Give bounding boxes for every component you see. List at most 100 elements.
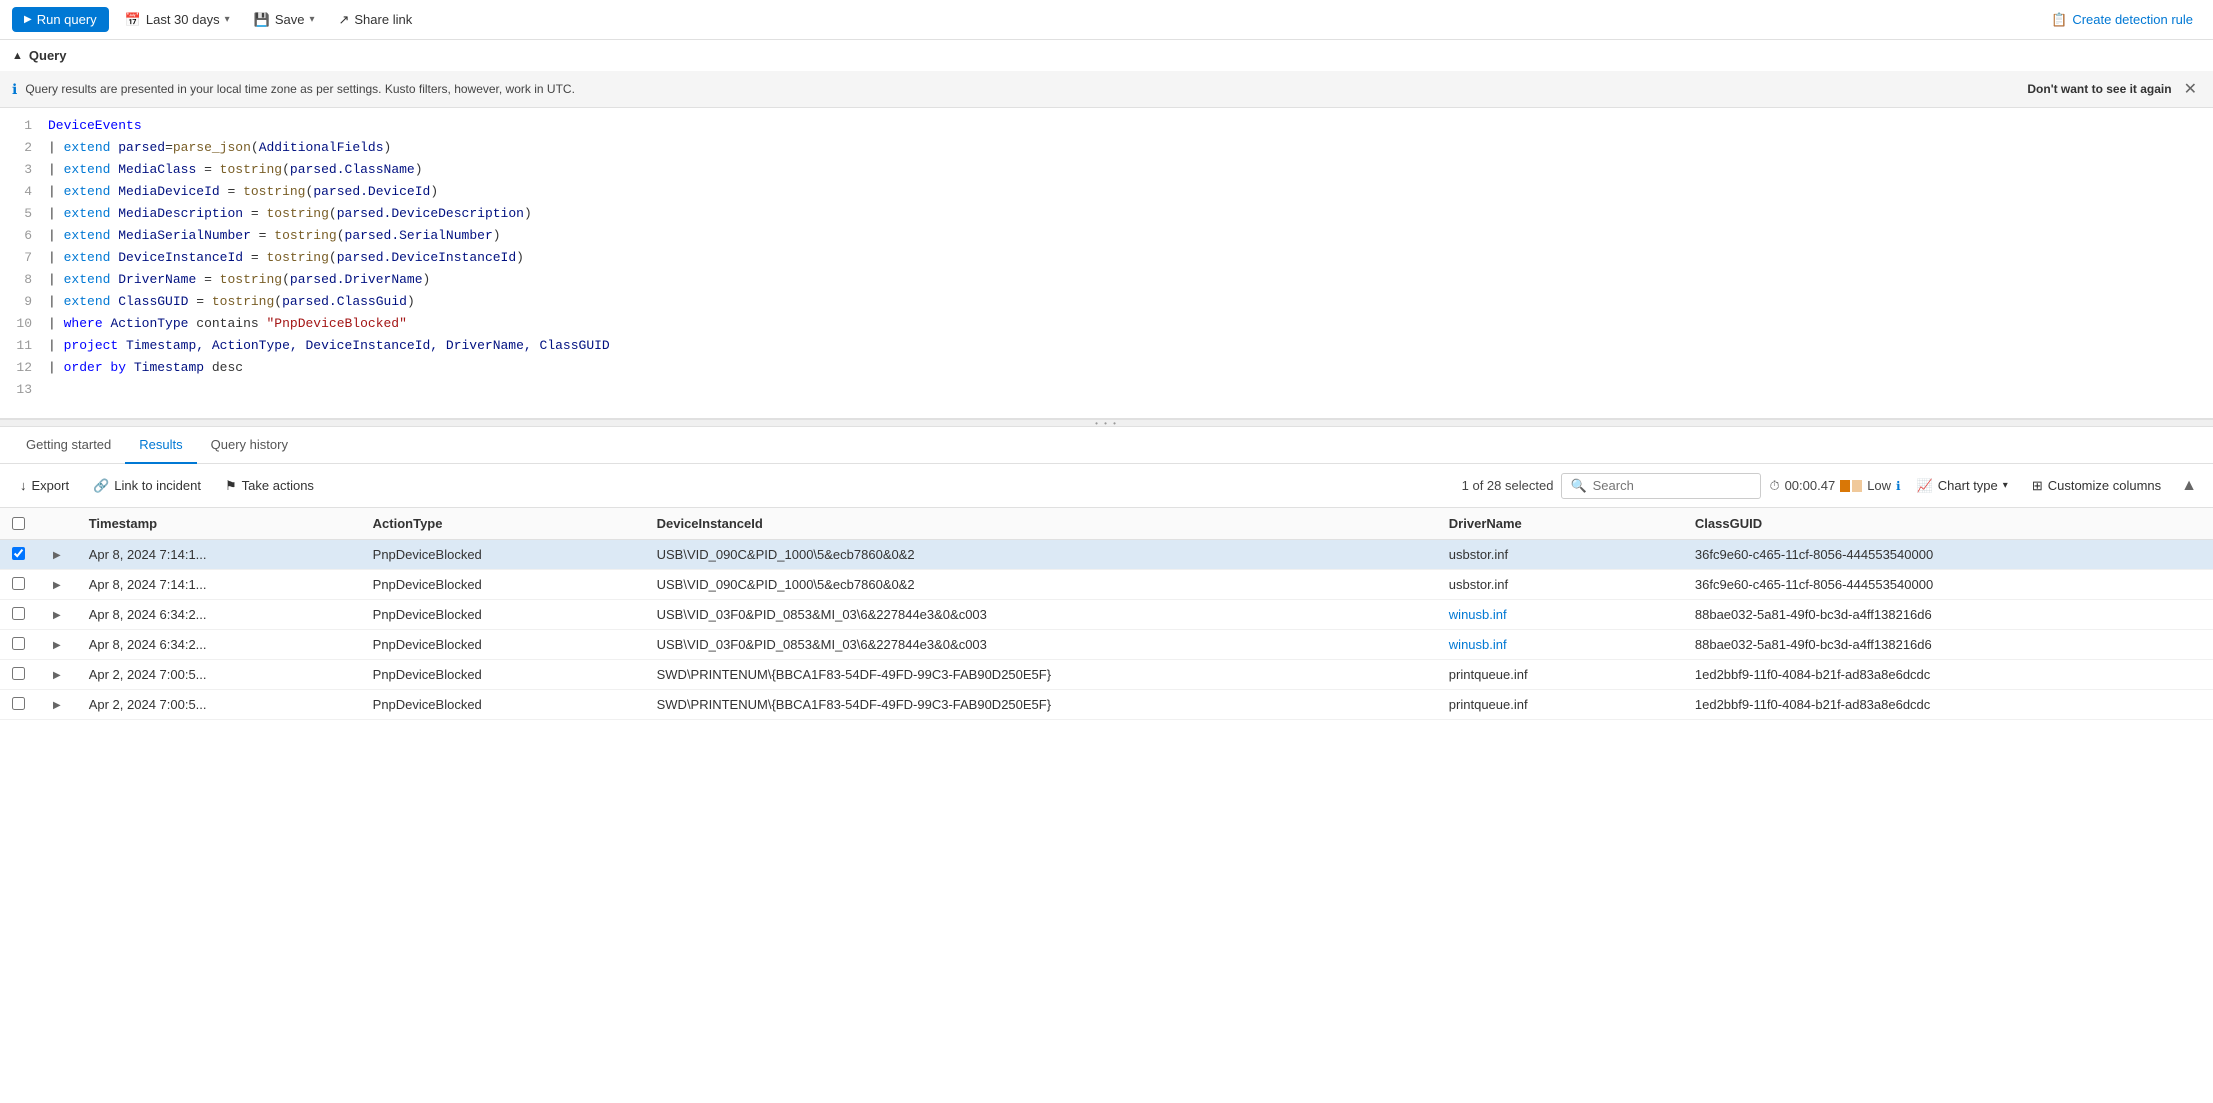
take-actions-button[interactable]: ⚑ Take actions	[217, 474, 322, 498]
link-to-incident-button[interactable]: 🔗 Link to incident	[85, 474, 209, 498]
results-table-wrap[interactable]: Timestamp ActionType DeviceInstanceId Dr…	[0, 508, 2213, 807]
row-expand-cell[interactable]: ▶	[37, 570, 77, 600]
chevron-up-icon: ▲	[12, 50, 23, 62]
row-action-type: PnpDeviceBlocked	[361, 660, 645, 690]
run-query-button[interactable]: ▶ Run query	[12, 7, 109, 32]
row-timestamp: Apr 2, 2024 7:00:5...	[77, 690, 361, 720]
row-expand-cell[interactable]: ▶	[37, 690, 77, 720]
chevron-down-icon: ▾	[225, 14, 230, 25]
bar-2	[1852, 480, 1862, 492]
code-line: 1 DeviceEvents	[0, 116, 2213, 138]
row-timestamp: Apr 2, 2024 7:00:5...	[77, 660, 361, 690]
banner-text: Query results are presented in your loca…	[25, 82, 2019, 96]
top-toolbar: ▶ Run query 📅 Last 30 days ▾ 💾 Save ▾ ↗ …	[0, 0, 2213, 40]
row-driver-name: printqueue.inf	[1437, 660, 1683, 690]
select-all-checkbox[interactable]	[12, 517, 25, 530]
expand-row-button[interactable]: ▶	[49, 638, 65, 653]
customize-columns-button[interactable]: ⊞ Customize columns	[2024, 474, 2169, 498]
row-checkbox[interactable]	[12, 547, 25, 560]
results-tabs: Getting started Results Query history	[0, 427, 2213, 464]
save-icon: 💾	[254, 12, 270, 28]
code-line: 12 | order by Timestamp desc	[0, 358, 2213, 380]
row-device-instance: USB\VID_090C&PID_1000\5&ecb7860&0&2	[645, 540, 1437, 570]
select-all-header[interactable]	[0, 508, 37, 540]
row-select-cell[interactable]	[0, 600, 37, 630]
row-expand-cell[interactable]: ▶	[37, 630, 77, 660]
expand-row-button[interactable]: ▶	[49, 608, 65, 623]
collapse-results-button[interactable]: ▲	[2177, 473, 2201, 499]
chevron-down-icon: ▾	[309, 14, 314, 25]
results-toolbar: ↓ Export 🔗 Link to incident ⚑ Take actio…	[0, 464, 2213, 508]
row-class-guid: 36fc9e60-c465-11cf-8056-444553540000	[1683, 570, 2213, 600]
row-class-guid: 1ed2bbf9-11f0-4084-b21f-ad83a8e6dcdc	[1683, 690, 2213, 720]
time-range-button[interactable]: 📅 Last 30 days ▾	[117, 8, 238, 32]
table-row: ▶ Apr 2, 2024 7:00:5... PnpDeviceBlocked…	[0, 690, 2213, 720]
tab-query-history[interactable]: Query history	[197, 427, 302, 464]
expand-row-button[interactable]: ▶	[49, 698, 65, 713]
search-box[interactable]: 🔍	[1561, 473, 1761, 499]
code-line: 5 | extend MediaDescription = tostring(p…	[0, 204, 2213, 226]
actions-icon: ⚑	[225, 478, 237, 494]
row-select-cell[interactable]	[0, 630, 37, 660]
tab-getting-started[interactable]: Getting started	[12, 427, 125, 464]
columns-icon: ⊞	[2032, 478, 2043, 494]
chart-type-button[interactable]: 📈 Chart type ▾	[1909, 474, 2016, 498]
table-header-row: Timestamp ActionType DeviceInstanceId Dr…	[0, 508, 2213, 540]
calendar-icon: 📅	[125, 12, 141, 28]
query-section-header[interactable]: ▲ Query	[0, 40, 2213, 71]
row-select-cell[interactable]	[0, 660, 37, 690]
row-checkbox[interactable]	[12, 637, 25, 650]
row-expand-cell[interactable]: ▶	[37, 660, 77, 690]
action-type-header: ActionType	[361, 508, 645, 540]
dont-show-button[interactable]: Don't want to see it again	[2027, 82, 2171, 96]
row-select-cell[interactable]	[0, 690, 37, 720]
row-expand-cell[interactable]: ▶	[37, 540, 77, 570]
class-guid-header: ClassGUID	[1683, 508, 2213, 540]
row-driver-name: printqueue.inf	[1437, 690, 1683, 720]
code-line: 9 | extend ClassGUID = tostring(parsed.C…	[0, 292, 2213, 314]
row-class-guid: 36fc9e60-c465-11cf-8056-444553540000	[1683, 540, 2213, 570]
results-table: Timestamp ActionType DeviceInstanceId Dr…	[0, 508, 2213, 720]
row-checkbox[interactable]	[12, 577, 25, 590]
info-icon: ℹ	[1896, 479, 1901, 493]
row-action-type: PnpDeviceBlocked	[361, 600, 645, 630]
row-device-instance: USB\VID_03F0&PID_0853&MI_03\6&227844e3&0…	[645, 630, 1437, 660]
row-class-guid: 88bae032-5a81-49f0-bc3d-a4ff138216d6	[1683, 630, 2213, 660]
device-instance-header: DeviceInstanceId	[645, 508, 1437, 540]
detection-icon: 📋	[2051, 12, 2067, 28]
row-driver-name: usbstor.inf	[1437, 540, 1683, 570]
code-line: 10 | where ActionType contains "PnpDevic…	[0, 314, 2213, 336]
row-checkbox[interactable]	[12, 697, 25, 710]
expand-row-button[interactable]: ▶	[49, 548, 65, 563]
search-input[interactable]	[1593, 478, 1753, 493]
create-detection-rule-button[interactable]: 📋 Create detection rule	[2043, 8, 2201, 32]
export-button[interactable]: ↓ Export	[12, 474, 77, 497]
row-class-guid: 1ed2bbf9-11f0-4084-b21f-ad83a8e6dcdc	[1683, 660, 2213, 690]
row-timestamp: Apr 8, 2024 6:34:2...	[77, 630, 361, 660]
resize-handle[interactable]: • • •	[0, 419, 2213, 427]
row-select-cell[interactable]	[0, 540, 37, 570]
row-select-cell[interactable]	[0, 570, 37, 600]
table-row: ▶ Apr 8, 2024 7:14:1... PnpDeviceBlocked…	[0, 540, 2213, 570]
export-icon: ↓	[20, 478, 27, 493]
tab-results[interactable]: Results	[125, 427, 196, 464]
code-editor[interactable]: 1 DeviceEvents 2 | extend parsed=parse_j…	[0, 108, 2213, 418]
expand-row-button[interactable]: ▶	[49, 578, 65, 593]
code-line: 11 | project Timestamp, ActionType, Devi…	[0, 336, 2213, 358]
timestamp-header: Timestamp	[77, 508, 361, 540]
row-class-guid: 88bae032-5a81-49f0-bc3d-a4ff138216d6	[1683, 600, 2213, 630]
bar-1	[1840, 480, 1850, 492]
row-expand-cell[interactable]: ▶	[37, 600, 77, 630]
code-line: 2 | extend parsed=parse_json(AdditionalF…	[0, 138, 2213, 160]
row-checkbox[interactable]	[12, 667, 25, 680]
share-link-button[interactable]: ↗ Share link	[330, 8, 420, 32]
save-button[interactable]: 💾 Save ▾	[246, 8, 323, 32]
close-banner-button[interactable]: ✕	[2180, 79, 2201, 99]
timer-section: ⏱ 00:00.47 Low ℹ	[1769, 478, 1900, 494]
table-row: ▶ Apr 2, 2024 7:00:5... PnpDeviceBlocked…	[0, 660, 2213, 690]
expand-row-button[interactable]: ▶	[49, 668, 65, 683]
row-checkbox[interactable]	[12, 607, 25, 620]
results-section: Getting started Results Query history ↓ …	[0, 427, 2213, 807]
performance-bars	[1840, 480, 1862, 492]
row-device-instance: USB\VID_03F0&PID_0853&MI_03\6&227844e3&0…	[645, 600, 1437, 630]
